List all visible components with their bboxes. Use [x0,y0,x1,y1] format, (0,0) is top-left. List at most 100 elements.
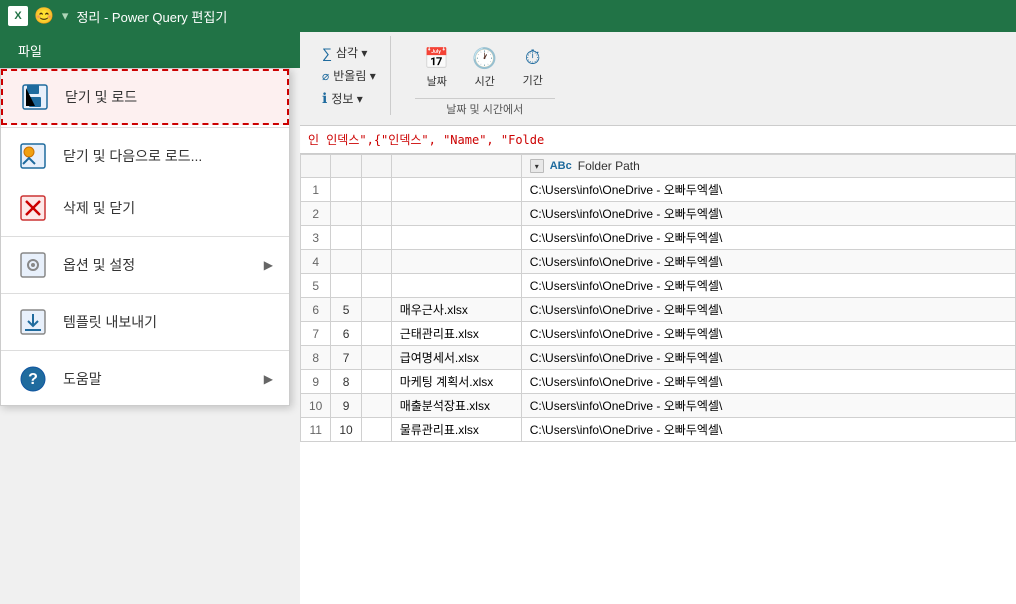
date-label: 날짜 [427,73,447,89]
cell-folder: C:\Users\info\OneDrive - 오빠두엑셀\ [521,394,1015,418]
time-label: 시간 [475,73,495,89]
round-icon: ⌀ [322,69,329,83]
ribbon-sum-btn[interactable]: ∑ 삼각 ▾ [316,42,382,63]
close-load-to-label: 닫기 및 다음으로 로드... [63,146,273,166]
divider-2 [1,236,289,237]
cell-rownum: 8 [301,346,331,370]
ribbon-area: ∑ 삼각 ▾ ⌀ 반올림 ▾ ℹ 정보 ▾ 📅 날짜 [300,32,1016,126]
table-row: 7 6 근태관리표.xlsx C:\Users\info\OneDrive - … [301,322,1016,346]
col-header-num [361,155,391,178]
cell-name [391,274,521,298]
ribbon-time-btn[interactable]: 🕐 시간 [463,40,507,94]
cell-num [361,370,391,394]
cell-rownum: 10 [301,394,331,418]
cell-idx [331,250,361,274]
datetime-group-title: 날짜 및 시간에서 [415,98,555,117]
delete-close-icon [17,192,49,224]
table-row: 9 8 마케팅 계획서.xlsx C:\Users\info\OneDrive … [301,370,1016,394]
table-row: 3 C:\Users\info\OneDrive - 오빠두엑셀\ [301,226,1016,250]
folder-path-label: Folder Path [578,159,640,173]
window-title: 정리 - Power Query 편집기 [76,7,227,26]
cell-folder: C:\Users\info\OneDrive - 오빠두엑셀\ [521,298,1015,322]
cell-name: 물류관리표.xlsx [391,418,521,442]
cell-idx: 5 [331,298,361,322]
duration-label: 기간 [523,72,543,88]
date-icon: 📅 [424,46,449,71]
cell-rownum: 1 [301,178,331,202]
time-icon: 🕐 [472,46,497,71]
file-tab[interactable]: 파일 [0,32,300,68]
options-arrow: ▶ [264,258,273,272]
table-row: 1 C:\Users\info\OneDrive - 오빠두엑셀\ [301,178,1016,202]
ribbon-round-btn[interactable]: ⌀ 반올림 ▾ [316,65,382,86]
help-arrow: ▶ [264,372,273,386]
folder-path-header-inner: ▾ ABc Folder Path [530,159,1007,173]
ribbon-info-btn[interactable]: ℹ 정보 ▾ [316,88,382,109]
table-row: 11 10 물류관리표.xlsx C:\Users\info\OneDrive … [301,418,1016,442]
round-label: 반올림 ▾ [333,67,375,84]
ribbon-duration-btn[interactable]: ⏱ 기간 [511,40,555,94]
cell-rownum: 6 [301,298,331,322]
col-header-rownum [301,155,331,178]
excel-icon: X [8,6,28,26]
cell-idx [331,178,361,202]
cell-name [391,202,521,226]
menu-item-export[interactable]: 템플릿 내보내기 [1,296,289,348]
cell-num [361,322,391,346]
cell-idx [331,226,361,250]
cell-idx: 8 [331,370,361,394]
cell-folder: C:\Users\info\OneDrive - 오빠두엑셀\ [521,322,1015,346]
duration-icon: ⏱ [525,47,541,70]
menu-item-options[interactable]: 옵션 및 설정 ▶ [1,239,289,291]
close-load-label: 닫기 및 로드 [65,87,271,107]
cell-name: 근태관리표.xlsx [391,322,521,346]
export-label: 템플릿 내보내기 [63,312,273,332]
formula-text: 인 인덱스",{"인덱스", "Name", "Folde [308,131,544,148]
ribbon-date-btn[interactable]: 📅 날짜 [415,40,459,94]
sum-icon: ∑ [322,45,332,61]
data-table: ▾ ABc Folder Path 1 C:\Users\info\OneDri… [300,154,1016,442]
menu-item-close-load[interactable]: 닫기 및 로드 [1,69,289,125]
close-load-icon [19,81,51,113]
cell-idx: 7 [331,346,361,370]
menu-item-close-load-to[interactable]: 닫기 및 다음으로 로드... [1,130,289,182]
cell-rownum: 4 [301,250,331,274]
cell-rownum: 2 [301,202,331,226]
table-row: 5 C:\Users\info\OneDrive - 오빠두엑셀\ [301,274,1016,298]
cell-num [361,394,391,418]
divider-3 [1,293,289,294]
menu-item-delete-close[interactable]: 삭제 및 닫기 [1,182,289,234]
info-icon: ℹ [322,90,327,107]
cell-num [361,418,391,442]
cell-folder: C:\Users\info\OneDrive - 오빠두엑셀\ [521,346,1015,370]
cell-idx: 10 [331,418,361,442]
table-row: 6 5 매우근사.xlsx C:\Users\info\OneDrive - 오… [301,298,1016,322]
options-label: 옵션 및 설정 [63,255,250,275]
options-icon [17,249,49,281]
cell-rownum: 3 [301,226,331,250]
cell-num [361,226,391,250]
col-header-folder-path[interactable]: ▾ ABc Folder Path [521,155,1015,178]
formula-bar: 인 인덱스",{"인덱스", "Name", "Folde [300,126,1016,154]
title-bar: X 😊 ▾ 정리 - Power Query 편집기 [0,0,1016,32]
table-container[interactable]: ▾ ABc Folder Path 1 C:\Users\info\OneDri… [300,154,1016,604]
svg-text:?: ? [28,371,38,388]
menu-item-help[interactable]: ? 도움말 ▶ [1,353,289,405]
cell-num [361,250,391,274]
info-label: 정보 ▾ [331,90,362,107]
table-row: 4 C:\Users\info\OneDrive - 오빠두엑셀\ [301,250,1016,274]
folder-path-filter-btn[interactable]: ▾ [530,159,544,173]
col-header-name [391,155,521,178]
cell-rownum: 7 [301,322,331,346]
table-row: 10 9 매출분석장표.xlsx C:\Users\info\OneDrive … [301,394,1016,418]
cell-num [361,298,391,322]
main-container: 파일 닫기 및 로드 [0,32,1016,604]
cell-folder: C:\Users\info\OneDrive - 오빠두엑셀\ [521,202,1015,226]
divider-4 [1,350,289,351]
cell-folder: C:\Users\info\OneDrive - 오빠두엑셀\ [521,226,1015,250]
cell-name [391,226,521,250]
cell-name: 매출분석장표.xlsx [391,394,521,418]
cell-folder: C:\Users\info\OneDrive - 오빠두엑셀\ [521,250,1015,274]
cell-idx: 6 [331,322,361,346]
smiley-icon: 😊 [34,6,54,26]
